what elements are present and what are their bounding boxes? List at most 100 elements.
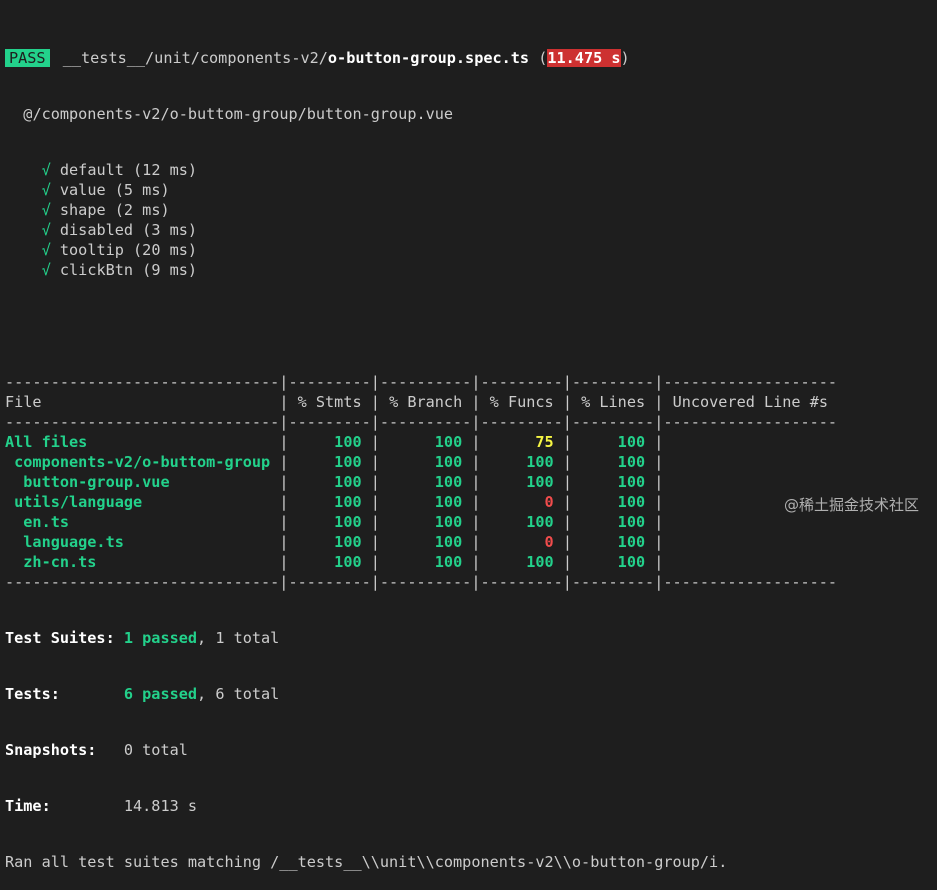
row-stmts: 100: [288, 453, 371, 471]
check-icon: √: [41, 201, 51, 219]
test-path-file: o-button-group.spec.ts: [327, 49, 530, 67]
table-row: en.ts | 100 | 100 | 100 | 100 |: [5, 512, 837, 532]
header-stmts: % Stmts: [288, 393, 371, 411]
test-item: √ default (12 ms): [5, 160, 837, 180]
row-file: utils/language: [5, 493, 280, 511]
row-stmts: 100: [288, 493, 371, 511]
row-branch: 100: [379, 473, 472, 491]
row-stmts: 100: [288, 433, 371, 451]
row-branch: 100: [379, 493, 472, 511]
summary-tests: Tests: 6 passed, 6 total: [5, 685, 280, 703]
row-file: components-v2/o-buttom-group: [5, 453, 280, 471]
test-path-dir: __tests__/unit/components-v2/: [62, 49, 328, 67]
table-row: button-group.vue | 100 | 100 | 100 | 100…: [5, 472, 837, 492]
row-funcs: 100: [480, 553, 563, 571]
row-uncovered: [663, 533, 672, 551]
row-uncovered: [663, 433, 672, 451]
test-item: √ tooltip (20 ms): [5, 240, 837, 260]
tests-passed: 6 passed: [123, 685, 198, 703]
summary-time: Time: 14.813 s: [5, 797, 198, 815]
slow-time-badge: 11.475 s: [547, 49, 621, 67]
row-lines: 100: [571, 493, 655, 511]
row-branch: 100: [379, 553, 472, 571]
row-funcs: 100: [480, 453, 563, 471]
time-close: ): [620, 49, 630, 67]
table-separator: ------------------------------|---------…: [5, 572, 837, 592]
row-stmts: 100: [288, 553, 371, 571]
row-uncovered: [663, 453, 672, 471]
separator-text: ------------------------------|---------…: [5, 573, 838, 591]
pass-badge: PASS: [5, 49, 50, 67]
header-file: File: [5, 393, 280, 411]
table-row: components-v2/o-buttom-group | 100 | 100…: [5, 452, 837, 472]
table-row: utils/language | 100 | 100 | 0 | 100 |: [5, 492, 837, 512]
row-uncovered: [663, 513, 672, 531]
time-open: (: [529, 49, 548, 67]
row-stmts: 100: [288, 533, 371, 551]
test-item: √ disabled (3 ms): [5, 220, 837, 240]
table-header: File | % Stmts | % Branch | % Funcs | % …: [5, 393, 829, 411]
check-icon: √: [41, 161, 51, 179]
separator-text: ------------------------------|---------…: [5, 373, 838, 391]
test-name: default (12 ms): [59, 161, 198, 179]
row-lines: 100: [571, 533, 655, 551]
row-file: All files: [5, 433, 280, 451]
row-lines: 100: [571, 433, 655, 451]
header-funcs: % Funcs: [480, 393, 563, 411]
check-icon: √: [41, 261, 51, 279]
row-funcs: 100: [480, 513, 563, 531]
row-stmts: 100: [288, 513, 371, 531]
check-icon: √: [41, 221, 51, 239]
row-funcs: 100: [480, 473, 563, 491]
row-lines: 100: [571, 473, 655, 491]
row-branch: 100: [379, 453, 472, 471]
row-funcs: 75: [480, 433, 563, 451]
suites-passed: 1 passed: [123, 629, 198, 647]
header-branch: % Branch: [379, 393, 472, 411]
header-uncovered: Uncovered Line #s: [663, 393, 829, 411]
test-name: shape (2 ms): [59, 201, 170, 219]
separator-text: ------------------------------|---------…: [5, 413, 838, 431]
table-row: language.ts | 100 | 100 | 0 | 100 |: [5, 532, 837, 552]
row-file: language.ts: [5, 533, 280, 551]
test-file-header: PASS __tests__/unit/components-v2/o-butt…: [5, 48, 837, 68]
test-list: √ default (12 ms) √ value (5 ms) √ shape…: [5, 160, 837, 280]
row-file: zh-cn.ts: [5, 553, 280, 571]
row-lines: 100: [571, 453, 655, 471]
check-icon: √: [41, 181, 51, 199]
row-uncovered: [663, 473, 672, 491]
row-file: button-group.vue: [5, 473, 280, 491]
row-uncovered: [663, 493, 672, 511]
coverage-table: ------------------------------|---------…: [5, 372, 837, 592]
test-name: clickBtn (9 ms): [59, 261, 198, 279]
row-funcs: 0: [480, 493, 563, 511]
table-row: zh-cn.ts | 100 | 100 | 100 | 100 |: [5, 552, 837, 572]
row-funcs: 0: [480, 533, 563, 551]
row-file: en.ts: [5, 513, 280, 531]
table-separator: ------------------------------|---------…: [5, 372, 837, 392]
row-branch: 100: [379, 433, 472, 451]
table-separator: ------------------------------|---------…: [5, 412, 837, 432]
summary-suites: Test Suites: 1 passed, 1 total: [5, 629, 280, 647]
watermark: @稀土掘金技术社区: [783, 496, 919, 514]
header-lines: % Lines: [571, 393, 655, 411]
row-stmts: 100: [288, 473, 371, 491]
row-branch: 100: [379, 513, 472, 531]
row-branch: 100: [379, 533, 472, 551]
test-item: √ value (5 ms): [5, 180, 837, 200]
row-lines: 100: [571, 553, 655, 571]
test-item: √ clickBtn (9 ms): [5, 260, 837, 280]
row-uncovered: [663, 553, 672, 571]
table-row: All files | 100 | 100 | 75 | 100 |: [5, 432, 837, 452]
test-name: tooltip (20 ms): [59, 241, 198, 259]
test-name: value (5 ms): [59, 181, 170, 199]
check-icon: √: [41, 241, 51, 259]
summary-ran: Ran all test suites matching /__tests__\…: [5, 853, 728, 871]
row-lines: 100: [571, 513, 655, 531]
test-name: disabled (3 ms): [59, 221, 198, 239]
test-item: √ shape (2 ms): [5, 200, 837, 220]
summary-snapshots: Snapshots: 0 total: [5, 741, 188, 759]
terminal-output: PASS __tests__/unit/components-v2/o-butt…: [5, 12, 837, 890]
suite-name: @/components-v2/o-buttom-group/button-gr…: [23, 105, 454, 123]
